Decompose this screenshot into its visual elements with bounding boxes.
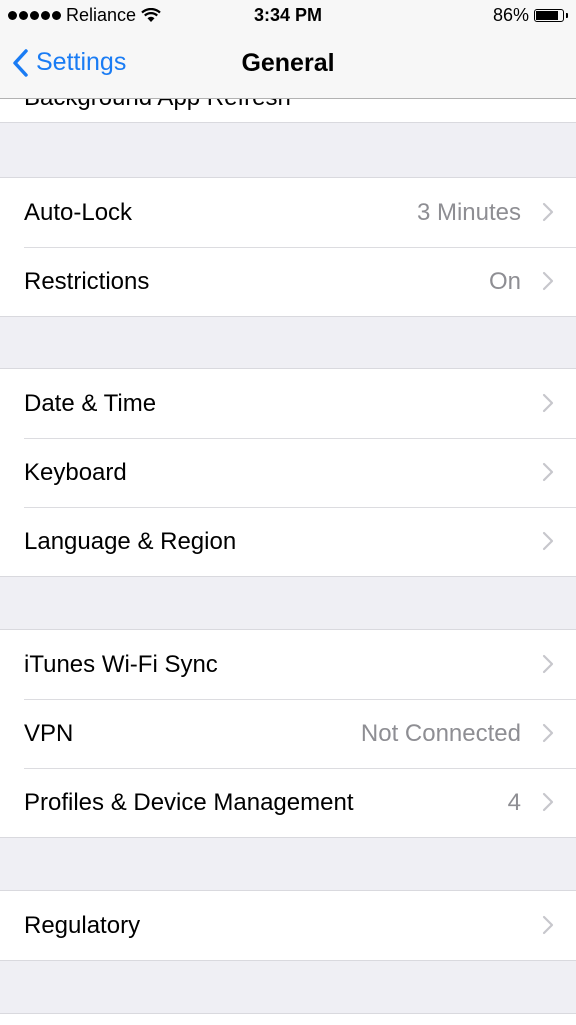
row-value: On [488,268,521,295]
row-label: Regulatory [24,912,141,939]
list-item-regulatory[interactable]: Regulatory [0,891,576,960]
chevron-right-icon [542,531,554,556]
chevron-right-icon [542,202,554,222]
list-item-keyboard[interactable]: Keyboard [0,438,576,507]
list-item-itunes-wi-fi-sync[interactable]: iTunes Wi-Fi Sync [0,630,576,699]
row-value: Not Connected [360,720,521,747]
chevron-right-icon [542,462,554,482]
list-item-date-time[interactable]: Date & Time [0,369,576,438]
row-label: Auto-Lock [24,199,133,226]
chevron-right-icon [542,531,554,551]
list-item-vpn[interactable]: VPN Not Connected [0,699,576,768]
chevron-right-icon [542,271,554,296]
chevron-right-icon [542,723,554,743]
list-item-restrictions[interactable]: Restrictions On [0,247,576,316]
next-group-edge [0,1013,576,1025]
row-label: Profiles & Device Management [24,789,354,816]
status-bar: Reliance 3:34 PM 86% [0,0,576,30]
settings-group: Date & Time Keyboard Language & Region [0,368,576,577]
chevron-right-icon [542,462,554,487]
row-label: Language & Region [24,528,237,555]
row-label: Date & Time [24,390,157,417]
chevron-right-icon [542,393,554,413]
row-value: 3 Minutes [416,199,521,226]
chevron-right-icon [542,271,554,291]
settings-group: Auto-Lock 3 Minutes Restrictions On [0,177,576,317]
clock: 3:34 PM [253,5,323,25]
row-label: Keyboard [24,459,127,486]
battery-percentage: 86% [492,5,529,25]
row-label: iTunes Wi-Fi Sync [24,651,218,678]
chevron-right-icon [542,723,554,748]
battery-icon [534,9,568,22]
chevron-right-icon [542,654,554,679]
navigation-bar: Settings General [0,30,576,99]
chevron-right-icon [542,202,554,227]
chevron-right-icon [542,915,554,940]
chevron-right-icon [542,915,554,935]
settings-group: Regulatory [0,890,576,961]
row-label: VPN [24,720,74,747]
row-value: 4 [507,789,521,816]
chevron-right-icon [542,792,554,817]
row-label: Restrictions [24,268,150,295]
list-item-profiles-device-management[interactable]: Profiles & Device Management 4 [0,768,576,837]
list-item-auto-lock[interactable]: Auto-Lock 3 Minutes [0,178,576,247]
chevron-right-icon [542,393,554,418]
chevron-right-icon [542,792,554,812]
page-title: General [241,49,335,77]
settings-group: iTunes Wi-Fi Sync VPN Not Connected Profile… [0,629,576,838]
list-item-language-region[interactable]: Language & Region [0,507,576,576]
chevron-right-icon [542,654,554,674]
